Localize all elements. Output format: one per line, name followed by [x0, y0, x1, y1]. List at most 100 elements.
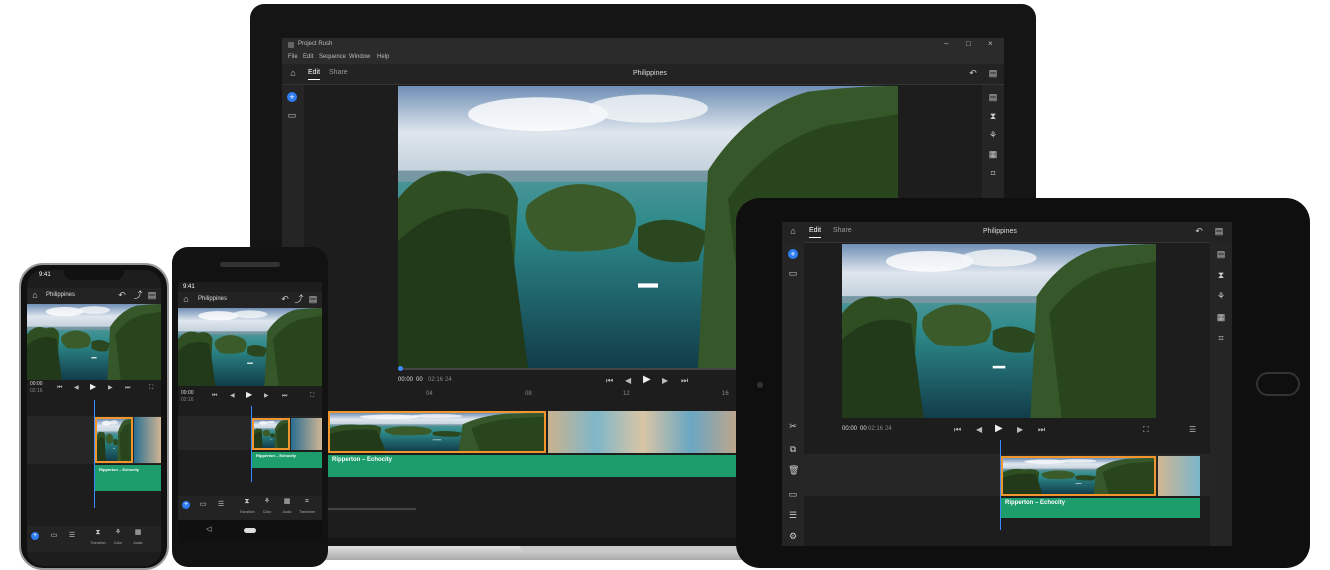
fullscreen-icon[interactable]: ⛶ [310, 392, 314, 400]
step-forward-icon[interactable]: ▶ [264, 392, 269, 400]
video-clip-selected[interactable] [1001, 456, 1156, 496]
play-icon[interactable]: ▶ [246, 391, 252, 399]
undo-icon[interactable]: ↶ [1194, 226, 1204, 236]
home-icon[interactable]: ⌂ [288, 68, 298, 78]
media-icon[interactable]: ▭ [49, 531, 59, 541]
audio-icon[interactable]: ▦ [282, 497, 292, 507]
video-clip-selected[interactable] [252, 418, 290, 450]
media-icon[interactable]: ▭ [788, 268, 798, 278]
timeline-scrollbar[interactable] [328, 508, 416, 510]
home-pill[interactable] [244, 528, 256, 533]
transform-icon[interactable]: ⌗ [302, 497, 312, 507]
undo-icon[interactable]: ↶ [117, 290, 127, 300]
home-icon[interactable]: ⌂ [30, 290, 40, 300]
fullscreen-icon[interactable]: ⛶ [149, 384, 153, 392]
go-to-start-icon[interactable]: ⏮ [57, 384, 62, 392]
fullscreen-icon[interactable]: ⛶ [1143, 426, 1149, 434]
menu-help[interactable]: Help [377, 54, 389, 60]
add-media-button[interactable]: + [788, 249, 798, 259]
comment-icon[interactable]: ▤ [147, 290, 157, 300]
transform-icon[interactable]: ⌗ [988, 168, 998, 178]
step-back-icon[interactable]: ◀ [976, 426, 982, 434]
settings-icon[interactable]: ⚙ [788, 531, 798, 541]
step-forward-icon[interactable]: ▶ [662, 377, 668, 385]
video-clip[interactable] [1158, 456, 1200, 496]
go-to-end-icon[interactable]: ⏭ [1038, 426, 1045, 434]
playhead[interactable] [251, 406, 252, 482]
go-to-start-icon[interactable]: ⏮ [954, 426, 961, 434]
step-forward-icon[interactable]: ▶ [108, 384, 113, 392]
audio-clip[interactable]: Ripperton – Echocity [95, 465, 161, 491]
color-icon[interactable]: ⚘ [1216, 291, 1226, 301]
close-icon[interactable]: × [988, 39, 993, 48]
go-to-end-icon[interactable]: ⏭ [681, 377, 688, 385]
play-icon[interactable]: ▶ [995, 424, 1003, 434]
undo-icon[interactable]: ↶ [968, 68, 978, 78]
duplicate-icon[interactable]: ⧉ [788, 444, 798, 454]
go-to-start-icon[interactable]: ⏮ [606, 377, 613, 385]
step-back-icon[interactable]: ◀ [230, 392, 235, 400]
split-icon[interactable]: ✂ [788, 421, 798, 431]
playhead[interactable] [1000, 440, 1001, 530]
tab-edit[interactable]: Edit [308, 69, 321, 80]
transition-icon[interactable]: ⧗ [988, 111, 998, 121]
audio-icon[interactable]: ▦ [1216, 312, 1226, 322]
scrub-handle[interactable] [398, 366, 403, 371]
tracks-icon[interactable]: ☰ [67, 531, 77, 541]
color-icon[interactable]: ⚘ [113, 528, 123, 538]
transition-icon[interactable]: ⧗ [93, 528, 103, 538]
tab-share[interactable]: Share [329, 69, 348, 76]
audio-clip[interactable]: Ripperton – Echocity [1001, 498, 1200, 518]
color-icon[interactable]: ⚘ [988, 130, 998, 140]
tracks-icon[interactable]: ☰ [788, 510, 798, 520]
transform-icon[interactable]: ⌗ [1216, 333, 1226, 343]
go-to-start-icon[interactable]: ⏮ [212, 392, 217, 400]
add-media-button[interactable]: + [31, 532, 39, 540]
color-icon[interactable]: ⚘ [262, 497, 272, 507]
media-icon[interactable]: ▭ [198, 500, 208, 510]
delete-icon[interactable]: 🗑 [788, 465, 799, 475]
menu-icon[interactable]: ☰ [1189, 426, 1196, 434]
playhead[interactable] [94, 400, 95, 508]
video-preview[interactable] [842, 244, 1156, 418]
audio-clip[interactable]: Ripperton – Echocity [252, 452, 322, 468]
minimize-icon[interactable]: – [944, 39, 948, 48]
audio-clip[interactable]: Ripperton – Echocity [328, 455, 738, 477]
tablet-home-button[interactable] [1256, 372, 1300, 396]
tab-share[interactable]: Share [833, 227, 852, 234]
layout-icon[interactable]: ▭ [788, 489, 798, 499]
menu-window[interactable]: Window [349, 54, 370, 60]
maximize-icon[interactable]: □ [966, 39, 971, 48]
undo-icon[interactable]: ↶ [280, 294, 290, 304]
menu-sequence[interactable]: Sequence [319, 54, 346, 60]
video-clip-selected[interactable] [328, 411, 546, 453]
step-back-icon[interactable]: ◀ [625, 377, 631, 385]
video-clip[interactable] [548, 411, 738, 453]
titles-icon[interactable]: ▤ [1216, 249, 1226, 259]
step-back-icon[interactable]: ◀ [74, 384, 79, 392]
audio-icon[interactable]: ▦ [988, 149, 998, 159]
video-clip[interactable] [291, 418, 322, 450]
video-preview[interactable] [178, 308, 322, 386]
play-icon[interactable]: ▶ [90, 383, 96, 391]
video-clip[interactable] [134, 417, 161, 463]
share-icon[interactable]: ⤴ [133, 290, 143, 300]
share-icon[interactable]: ⤴ [294, 294, 304, 304]
media-icon[interactable]: ▭ [287, 110, 297, 120]
menu-file[interactable]: File [288, 54, 298, 60]
comment-icon[interactable]: ▤ [308, 294, 318, 304]
comment-icon[interactable]: ▤ [1214, 226, 1224, 236]
video-preview[interactable] [27, 304, 161, 380]
home-icon[interactable]: ⌂ [788, 226, 798, 236]
add-media-button[interactable]: + [287, 92, 297, 102]
step-forward-icon[interactable]: ▶ [1017, 426, 1023, 434]
video-clip-selected[interactable] [95, 417, 133, 463]
add-media-button[interactable]: + [182, 501, 190, 509]
audio-icon[interactable]: ▦ [133, 528, 143, 538]
home-icon[interactable]: ⌂ [181, 294, 191, 304]
tracks-icon[interactable]: ☰ [216, 500, 226, 510]
transition-icon[interactable]: ⧗ [1216, 270, 1226, 280]
comment-icon[interactable]: ▤ [988, 68, 998, 78]
transition-icon[interactable]: ⧗ [242, 497, 252, 507]
play-icon[interactable]: ▶ [643, 375, 651, 385]
